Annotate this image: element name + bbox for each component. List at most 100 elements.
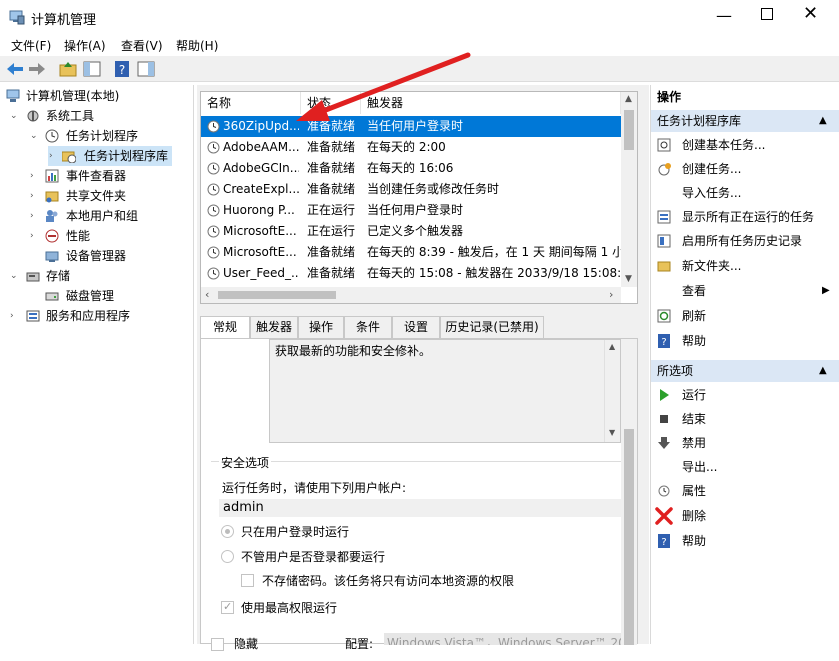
action-new-folder[interactable]: 新文件夹... xyxy=(651,254,839,278)
show-hide-tree-icon[interactable] xyxy=(82,59,102,79)
checkbox-hidden[interactable] xyxy=(211,638,224,651)
tree-label: 服务和应用程序 xyxy=(46,309,131,323)
tree-item-storage[interactable]: ⌄ 存储 xyxy=(0,266,194,286)
action-properties[interactable]: 属性 xyxy=(651,479,839,503)
task-row[interactable]: CreateExpl... 准备就绪 当创建任务或修改任务时 xyxy=(201,179,621,200)
tree-item-system-tools[interactable]: ⌄ 系统工具 xyxy=(0,106,194,126)
chevron-right-icon[interactable]: › xyxy=(30,211,40,221)
tab-triggers[interactable]: 触发器 xyxy=(250,316,298,338)
tree-item-event-viewer[interactable]: › 事件查看器 xyxy=(0,166,194,186)
collapse-up-icon[interactable]: ▲ xyxy=(819,360,827,382)
stop-icon xyxy=(660,415,668,423)
detail-scroll-thumb[interactable] xyxy=(624,429,634,645)
action-import-task[interactable]: 导入任务... xyxy=(651,181,839,205)
menu-view[interactable]: 查看(V) xyxy=(114,34,170,57)
configure-for-select[interactable]: Windows Vista™，Windows Server™ 20 xyxy=(384,633,621,645)
tree-item-disk-management[interactable]: 磁盘管理 xyxy=(0,286,194,306)
chevron-down-icon[interactable]: ⌄ xyxy=(10,111,20,121)
menu-help[interactable]: 帮助(H) xyxy=(169,34,225,57)
collapse-up-icon[interactable]: ▲ xyxy=(819,110,827,132)
task-status: 正在运行 xyxy=(307,203,356,217)
horizontal-scroll-thumb[interactable] xyxy=(218,291,336,299)
action-disable[interactable]: 禁用 xyxy=(651,431,839,455)
tab-settings[interactable]: 设置 xyxy=(392,316,440,338)
tree-item-root[interactable]: 计算机管理(本地) xyxy=(0,86,194,106)
chevron-right-icon[interactable]: › xyxy=(30,171,40,181)
tree-item-local-users[interactable]: › 本地用户和组 xyxy=(0,206,194,226)
radio-run-when-logged-on[interactable] xyxy=(221,525,234,538)
section-task-scheduler-library[interactable]: 任务计划程序库 ▲ xyxy=(651,110,839,132)
tree-item-task-scheduler-library[interactable]: › 任务计划程序库 xyxy=(48,146,172,166)
tab-conditions[interactable]: 条件 xyxy=(344,316,392,338)
chevron-right-icon[interactable]: › xyxy=(10,311,20,321)
shared-folder-icon xyxy=(45,191,59,203)
tab-history[interactable]: 历史记录(已禁用) xyxy=(440,316,544,338)
close-button[interactable]: ✕ xyxy=(803,3,818,24)
action-view[interactable]: 查看 ▶ xyxy=(651,279,839,303)
section-selected-item[interactable]: 所选项 ▲ xyxy=(651,360,839,382)
checkbox-highest-privileges[interactable]: ✓ xyxy=(221,600,234,614)
up-folder-icon[interactable] xyxy=(58,59,78,79)
task-status: 准备就绪 xyxy=(307,266,356,280)
chevron-right-icon[interactable]: › xyxy=(30,191,40,201)
properties-clock-icon xyxy=(658,485,670,497)
action-create-basic-task[interactable]: 创建基本任务... xyxy=(651,133,839,157)
maximize-button[interactable] xyxy=(761,8,773,20)
action-export[interactable]: 导出... xyxy=(651,455,839,479)
tree-item-task-scheduler[interactable]: ⌄ 任务计划程序 xyxy=(0,126,194,146)
action-help-selected[interactable]: ? 帮助 xyxy=(651,529,839,553)
task-list-vertical-scrollbar[interactable]: ▲ ▼ xyxy=(621,92,637,287)
task-clock-icon xyxy=(207,204,220,217)
window-title: 计算机管理 xyxy=(31,13,97,28)
chevron-down-icon[interactable]: ⌄ xyxy=(30,131,40,141)
task-row[interactable]: Huorong P... 正在运行 当任何用户登录时 xyxy=(201,200,621,221)
task-list-horizontal-scrollbar[interactable]: ‹ › xyxy=(201,287,621,303)
folder-clock-icon xyxy=(62,151,76,163)
task-row[interactable]: MicrosoftE... 准备就绪 在每天的 8:39 - 触发后，在 1 天… xyxy=(201,242,621,263)
action-help[interactable]: ? 帮助 xyxy=(651,329,839,353)
task-row[interactable]: 360ZipUpd... 准备就绪 当任何用户登录时 xyxy=(201,116,621,137)
action-create-task[interactable]: 创建任务... xyxy=(651,157,839,181)
column-header-name[interactable]: 名称 xyxy=(201,92,301,114)
chevron-right-icon[interactable]: › xyxy=(30,231,40,241)
user-account-field[interactable]: admin xyxy=(219,499,621,517)
radio-run-whether-logged-on[interactable] xyxy=(221,550,234,563)
vertical-scroll-thumb[interactable] xyxy=(624,110,634,150)
chevron-down-icon[interactable]: ⌄ xyxy=(10,271,20,281)
action-enable-task-history[interactable]: 启用所有任务历史记录 xyxy=(651,229,839,253)
tree-item-services-apps[interactable]: › 服务和应用程序 xyxy=(0,306,194,326)
tree-label: 计算机管理(本地) xyxy=(26,89,120,103)
checkbox-no-store-password[interactable] xyxy=(241,574,254,587)
task-row[interactable]: User_Feed_... 准备就绪 在每天的 15:08 - 触发器在 203… xyxy=(201,263,621,284)
action-delete[interactable]: 删除 xyxy=(651,504,839,528)
column-header-status[interactable]: 状态 xyxy=(301,92,361,114)
task-row[interactable]: AdobeGCIn... 准备就绪 在每天的 16:06 xyxy=(201,158,621,179)
computer-management-icon xyxy=(9,10,25,25)
action-display-running-tasks[interactable]: 显示所有正在运行的任务 xyxy=(651,205,839,229)
tree-label: 系统工具 xyxy=(46,109,95,123)
menu-action[interactable]: 操作(A) xyxy=(57,34,113,57)
menu-file[interactable]: 文件(F) xyxy=(4,34,58,57)
forward-arrow-icon[interactable] xyxy=(27,59,47,79)
description-scrollbar[interactable]: ▲ ▼ xyxy=(604,340,620,442)
help-icon[interactable]: ? xyxy=(112,59,132,79)
task-row[interactable]: MicrosoftE... 正在运行 已定义多个触发器 xyxy=(201,221,621,242)
chevron-right-icon[interactable]: › xyxy=(49,151,59,161)
action-end[interactable]: 结束 xyxy=(651,407,839,431)
show-hide-action-pane-icon[interactable] xyxy=(136,59,156,79)
tab-actions[interactable]: 操作 xyxy=(298,316,344,338)
description-box[interactable]: 获取最新的功能和安全修补。 ▲ ▼ xyxy=(269,339,621,443)
task-clock-icon xyxy=(207,225,220,238)
back-arrow-icon[interactable] xyxy=(5,59,25,79)
tree-item-device-manager[interactable]: 设备管理器 xyxy=(0,246,194,266)
action-run[interactable]: 运行 xyxy=(651,383,839,407)
column-header-triggers[interactable]: 触发器 xyxy=(361,92,621,114)
tab-general[interactable]: 常规 xyxy=(200,316,250,339)
tree-item-performance[interactable]: › 性能 xyxy=(0,226,194,246)
action-refresh[interactable]: 刷新 xyxy=(651,304,839,328)
security-options-title: 安全选项 xyxy=(219,454,272,471)
minimize-button[interactable]: — xyxy=(716,6,732,25)
task-row[interactable]: AdobeAAM... 准备就绪 在每天的 2:00 xyxy=(201,137,621,158)
tree-item-shared-folders[interactable]: › 共享文件夹 xyxy=(0,186,194,206)
detail-scrollbar[interactable] xyxy=(621,339,637,645)
